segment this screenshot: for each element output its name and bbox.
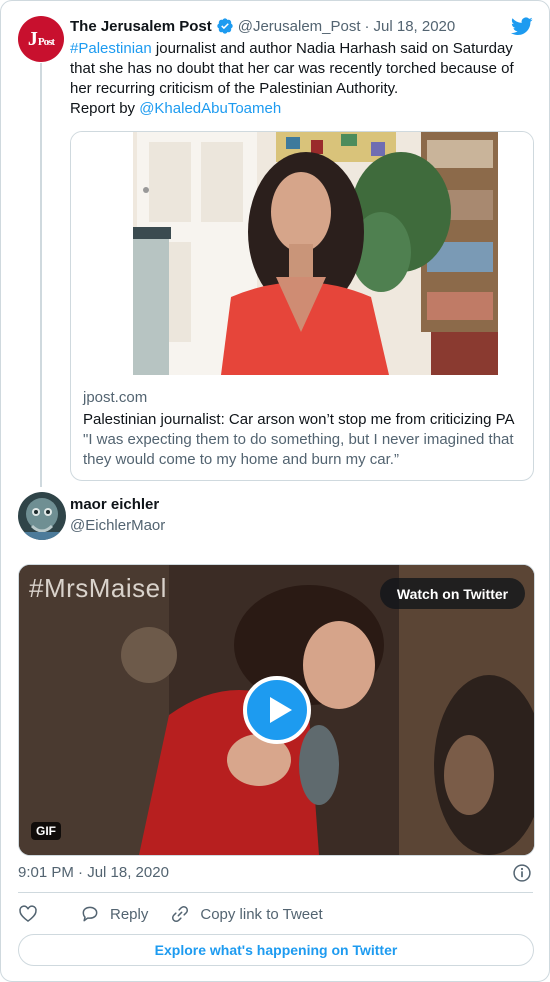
thread-connector-line bbox=[40, 63, 42, 487]
card-domain: jpost.com bbox=[83, 389, 148, 406]
copy-link-button[interactable]: Copy link to Tweet bbox=[170, 904, 323, 924]
card-title: Palestinian journalist: Car arson won’t … bbox=[83, 411, 515, 428]
tweet-date[interactable]: Jul 18, 2020 bbox=[374, 18, 456, 35]
jerusalem-post-avatar[interactable]: J Post bbox=[18, 16, 64, 62]
gif-media[interactable]: #MrsMaisel Watch on Twitter GIF bbox=[18, 564, 535, 856]
watch-on-twitter-button[interactable]: Watch on Twitter bbox=[380, 578, 525, 609]
link-preview-card[interactable]: jpost.com Palestinian journalist: Car ar… bbox=[70, 131, 534, 481]
maor-eichler-avatar[interactable] bbox=[18, 492, 66, 540]
gif-badge: GIF bbox=[31, 822, 61, 840]
copy-link-label: Copy link to Tweet bbox=[200, 905, 323, 923]
verified-badge-icon bbox=[217, 18, 233, 34]
reply-author-handle[interactable]: @EichlerMaor bbox=[70, 517, 165, 534]
twitter-bird-icon[interactable] bbox=[510, 15, 534, 37]
hashtag-link[interactable]: #Palestinian bbox=[70, 40, 152, 57]
reply-label: Reply bbox=[110, 905, 149, 923]
embedded-tweet-card: J Post The Jerusalem Post @Jerusalem_Post… bbox=[0, 0, 550, 982]
reply-author-name[interactable]: maor eichler bbox=[70, 496, 159, 513]
report-prefix: Report by bbox=[70, 100, 140, 117]
header-separator: · bbox=[364, 17, 370, 35]
like-button[interactable] bbox=[18, 904, 48, 924]
avatar-logo-word: Post bbox=[37, 36, 55, 48]
play-icon[interactable] bbox=[243, 676, 311, 744]
gif-overlay-title: #MrsMaisel bbox=[29, 573, 167, 603]
reply-bubble-icon bbox=[82, 906, 98, 922]
actions-divider bbox=[18, 892, 533, 893]
author-name[interactable]: The Jerusalem Post bbox=[70, 18, 212, 35]
author-handle[interactable]: @Jerusalem_Post bbox=[238, 18, 361, 35]
heart-icon bbox=[19, 905, 37, 923]
link-icon bbox=[172, 905, 189, 923]
reply-timestamp[interactable]: 9:01 PM · Jul 18, 2020 bbox=[18, 864, 169, 881]
tweet-actions: Reply Copy link to Tweet bbox=[18, 902, 345, 926]
tweet-text: #Palestinian journalist and author Nadia… bbox=[70, 39, 530, 119]
explore-twitter-button[interactable]: Explore what's happening on Twitter bbox=[18, 934, 534, 966]
avatar-logo-letter: J bbox=[27, 27, 38, 50]
avatar-image bbox=[18, 492, 66, 540]
card-description: "I was expecting them to do something, b… bbox=[83, 431, 514, 468]
mention-link[interactable]: @KhaledAbuToameh bbox=[139, 100, 281, 117]
info-icon[interactable] bbox=[512, 863, 532, 883]
card-text: jpost.com Palestinian journalist: Car ar… bbox=[83, 388, 523, 470]
tweet-header: The Jerusalem Post @Jerusalem_Post · Jul… bbox=[70, 17, 455, 35]
reply-button[interactable]: Reply bbox=[80, 904, 148, 924]
article-photo bbox=[71, 132, 533, 375]
